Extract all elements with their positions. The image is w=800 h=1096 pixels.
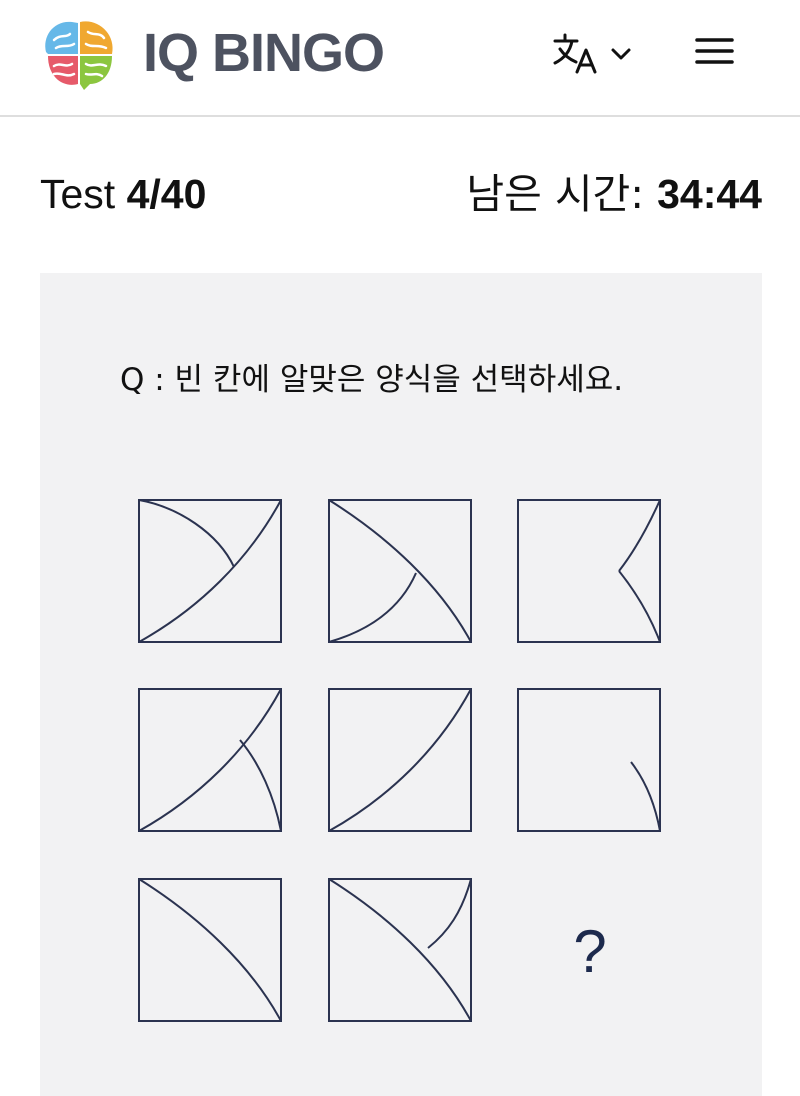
matrix-cell-r2-c1 bbox=[138, 688, 284, 834]
hamburger-menu-icon[interactable] bbox=[692, 32, 738, 72]
brain-logo-icon[interactable] bbox=[40, 14, 118, 92]
matrix-cell-r1-c3 bbox=[517, 499, 663, 645]
remaining-time: 남은 시간: 34:44 bbox=[466, 168, 762, 220]
matrix-cell-r3-c2 bbox=[328, 878, 474, 1024]
missing-cell-question-mark: ? bbox=[573, 917, 607, 985]
language-selector[interactable] bbox=[550, 30, 640, 78]
time-label: 남은 시간: bbox=[466, 170, 645, 218]
time-value: 34:44 bbox=[657, 171, 762, 217]
brand-name[interactable]: IQ BINGO bbox=[143, 22, 385, 84]
test-count: 4/40 bbox=[126, 171, 207, 217]
matrix-cell-r2-c2 bbox=[328, 688, 474, 834]
test-prefix: Test bbox=[40, 171, 116, 217]
question-text: Q : 빈 칸에 알맞은 양식을 선택하세요. bbox=[120, 362, 624, 398]
chevron-down-icon bbox=[611, 48, 631, 60]
top-bar: IQ BINGO bbox=[0, 0, 800, 117]
matrix-cell-r1-c2 bbox=[328, 499, 474, 645]
status-row: Test 4/40 남은 시간: 34:44 bbox=[40, 168, 762, 220]
matrix-cell-r3-c1 bbox=[138, 878, 284, 1024]
test-progress: Test 4/40 bbox=[40, 168, 206, 220]
matrix-cell-r1-c1 bbox=[138, 499, 284, 645]
matrix-cell-r2-c3 bbox=[517, 688, 663, 834]
